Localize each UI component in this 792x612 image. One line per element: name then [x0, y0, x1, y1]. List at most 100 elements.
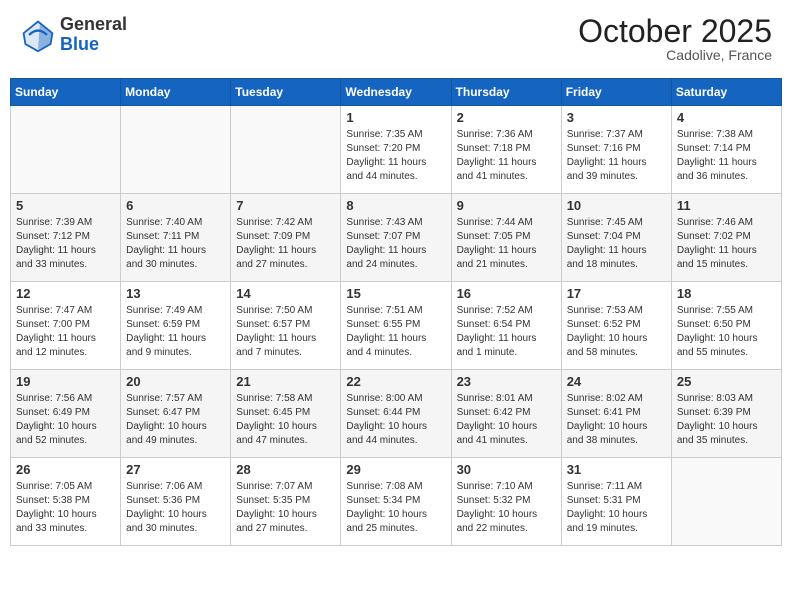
calendar-cell: 15 Sunrise: 7:51 AMSunset: 6:55 PMDaylig… — [341, 282, 451, 370]
logo-general-text: General — [60, 14, 127, 34]
weekday-header-saturday: Saturday — [671, 79, 781, 106]
calendar-cell — [121, 106, 231, 194]
calendar-cell: 18 Sunrise: 7:55 AMSunset: 6:50 PMDaylig… — [671, 282, 781, 370]
title-block: October 2025 Cadolive, France — [578, 15, 772, 63]
day-info: Sunrise: 7:05 AMSunset: 5:38 PMDaylight:… — [16, 480, 115, 536]
day-info: Sunrise: 7:35 AMSunset: 7:20 PMDaylight:… — [346, 128, 445, 184]
day-info: Sunrise: 7:36 AMSunset: 7:18 PMDaylight:… — [457, 128, 556, 184]
logo-blue-text: Blue — [60, 34, 99, 54]
day-number: 24 — [567, 374, 666, 389]
day-number: 17 — [567, 286, 666, 301]
calendar-week-row: 26 Sunrise: 7:05 AMSunset: 5:38 PMDaylig… — [11, 458, 782, 546]
calendar-cell: 4 Sunrise: 7:38 AMSunset: 7:14 PMDayligh… — [671, 106, 781, 194]
weekday-header-tuesday: Tuesday — [231, 79, 341, 106]
calendar-cell: 26 Sunrise: 7:05 AMSunset: 5:38 PMDaylig… — [11, 458, 121, 546]
calendar-cell: 9 Sunrise: 7:44 AMSunset: 7:05 PMDayligh… — [451, 194, 561, 282]
calendar-cell: 3 Sunrise: 7:37 AMSunset: 7:16 PMDayligh… — [561, 106, 671, 194]
day-info: Sunrise: 7:06 AMSunset: 5:36 PMDaylight:… — [126, 480, 225, 536]
day-number: 25 — [677, 374, 776, 389]
calendar-cell: 31 Sunrise: 7:11 AMSunset: 5:31 PMDaylig… — [561, 458, 671, 546]
calendar-cell: 29 Sunrise: 7:08 AMSunset: 5:34 PMDaylig… — [341, 458, 451, 546]
day-number: 6 — [126, 198, 225, 213]
logo: General Blue — [20, 15, 127, 55]
calendar-week-row: 5 Sunrise: 7:39 AMSunset: 7:12 PMDayligh… — [11, 194, 782, 282]
weekday-header-wednesday: Wednesday — [341, 79, 451, 106]
calendar-cell: 30 Sunrise: 7:10 AMSunset: 5:32 PMDaylig… — [451, 458, 561, 546]
day-info: Sunrise: 7:43 AMSunset: 7:07 PMDaylight:… — [346, 216, 445, 272]
day-number: 1 — [346, 110, 445, 125]
calendar-cell: 19 Sunrise: 7:56 AMSunset: 6:49 PMDaylig… — [11, 370, 121, 458]
day-info: Sunrise: 8:03 AMSunset: 6:39 PMDaylight:… — [677, 392, 776, 448]
day-number: 5 — [16, 198, 115, 213]
day-number: 23 — [457, 374, 556, 389]
calendar-cell: 5 Sunrise: 7:39 AMSunset: 7:12 PMDayligh… — [11, 194, 121, 282]
day-info: Sunrise: 7:10 AMSunset: 5:32 PMDaylight:… — [457, 480, 556, 536]
day-number: 7 — [236, 198, 335, 213]
weekday-header-row: SundayMondayTuesdayWednesdayThursdayFrid… — [11, 79, 782, 106]
calendar-cell: 8 Sunrise: 7:43 AMSunset: 7:07 PMDayligh… — [341, 194, 451, 282]
day-info: Sunrise: 7:37 AMSunset: 7:16 PMDaylight:… — [567, 128, 666, 184]
page-header: General Blue October 2025 Cadolive, Fran… — [10, 10, 782, 68]
calendar-week-row: 19 Sunrise: 7:56 AMSunset: 6:49 PMDaylig… — [11, 370, 782, 458]
day-info: Sunrise: 7:52 AMSunset: 6:54 PMDaylight:… — [457, 304, 556, 360]
day-info: Sunrise: 7:47 AMSunset: 7:00 PMDaylight:… — [16, 304, 115, 360]
day-number: 11 — [677, 198, 776, 213]
calendar-cell: 13 Sunrise: 7:49 AMSunset: 6:59 PMDaylig… — [121, 282, 231, 370]
day-info: Sunrise: 7:53 AMSunset: 6:52 PMDaylight:… — [567, 304, 666, 360]
day-number: 15 — [346, 286, 445, 301]
calendar-cell: 1 Sunrise: 7:35 AMSunset: 7:20 PMDayligh… — [341, 106, 451, 194]
calendar-cell — [671, 458, 781, 546]
day-number: 19 — [16, 374, 115, 389]
weekday-header-thursday: Thursday — [451, 79, 561, 106]
calendar-cell: 14 Sunrise: 7:50 AMSunset: 6:57 PMDaylig… — [231, 282, 341, 370]
day-number: 31 — [567, 462, 666, 477]
day-number: 27 — [126, 462, 225, 477]
calendar-cell: 25 Sunrise: 8:03 AMSunset: 6:39 PMDaylig… — [671, 370, 781, 458]
month-title: October 2025 — [578, 15, 772, 47]
day-info: Sunrise: 7:49 AMSunset: 6:59 PMDaylight:… — [126, 304, 225, 360]
calendar-cell: 17 Sunrise: 7:53 AMSunset: 6:52 PMDaylig… — [561, 282, 671, 370]
day-number: 22 — [346, 374, 445, 389]
calendar-cell — [231, 106, 341, 194]
calendar-cell: 2 Sunrise: 7:36 AMSunset: 7:18 PMDayligh… — [451, 106, 561, 194]
day-info: Sunrise: 7:46 AMSunset: 7:02 PMDaylight:… — [677, 216, 776, 272]
day-number: 16 — [457, 286, 556, 301]
day-info: Sunrise: 7:42 AMSunset: 7:09 PMDaylight:… — [236, 216, 335, 272]
weekday-header-monday: Monday — [121, 79, 231, 106]
day-info: Sunrise: 8:01 AMSunset: 6:42 PMDaylight:… — [457, 392, 556, 448]
calendar-cell: 21 Sunrise: 7:58 AMSunset: 6:45 PMDaylig… — [231, 370, 341, 458]
day-number: 8 — [346, 198, 445, 213]
day-number: 14 — [236, 286, 335, 301]
calendar-cell: 10 Sunrise: 7:45 AMSunset: 7:04 PMDaylig… — [561, 194, 671, 282]
calendar-cell: 23 Sunrise: 8:01 AMSunset: 6:42 PMDaylig… — [451, 370, 561, 458]
day-info: Sunrise: 8:00 AMSunset: 6:44 PMDaylight:… — [346, 392, 445, 448]
day-info: Sunrise: 7:38 AMSunset: 7:14 PMDaylight:… — [677, 128, 776, 184]
day-info: Sunrise: 7:11 AMSunset: 5:31 PMDaylight:… — [567, 480, 666, 536]
day-info: Sunrise: 7:45 AMSunset: 7:04 PMDaylight:… — [567, 216, 666, 272]
calendar-table: SundayMondayTuesdayWednesdayThursdayFrid… — [10, 78, 782, 546]
day-info: Sunrise: 7:50 AMSunset: 6:57 PMDaylight:… — [236, 304, 335, 360]
day-number: 10 — [567, 198, 666, 213]
day-number: 13 — [126, 286, 225, 301]
generalblue-logo-icon — [20, 17, 56, 53]
day-number: 18 — [677, 286, 776, 301]
day-info: Sunrise: 7:51 AMSunset: 6:55 PMDaylight:… — [346, 304, 445, 360]
calendar-cell: 11 Sunrise: 7:46 AMSunset: 7:02 PMDaylig… — [671, 194, 781, 282]
day-number: 4 — [677, 110, 776, 125]
calendar-cell: 12 Sunrise: 7:47 AMSunset: 7:00 PMDaylig… — [11, 282, 121, 370]
weekday-header-friday: Friday — [561, 79, 671, 106]
day-info: Sunrise: 7:57 AMSunset: 6:47 PMDaylight:… — [126, 392, 225, 448]
day-number: 9 — [457, 198, 556, 213]
day-number: 28 — [236, 462, 335, 477]
day-info: Sunrise: 7:55 AMSunset: 6:50 PMDaylight:… — [677, 304, 776, 360]
calendar-cell: 7 Sunrise: 7:42 AMSunset: 7:09 PMDayligh… — [231, 194, 341, 282]
calendar-cell: 22 Sunrise: 8:00 AMSunset: 6:44 PMDaylig… — [341, 370, 451, 458]
calendar-week-row: 12 Sunrise: 7:47 AMSunset: 7:00 PMDaylig… — [11, 282, 782, 370]
day-number: 20 — [126, 374, 225, 389]
location-subtitle: Cadolive, France — [578, 47, 772, 63]
calendar-cell: 24 Sunrise: 8:02 AMSunset: 6:41 PMDaylig… — [561, 370, 671, 458]
day-info: Sunrise: 7:56 AMSunset: 6:49 PMDaylight:… — [16, 392, 115, 448]
calendar-cell: 6 Sunrise: 7:40 AMSunset: 7:11 PMDayligh… — [121, 194, 231, 282]
calendar-cell: 20 Sunrise: 7:57 AMSunset: 6:47 PMDaylig… — [121, 370, 231, 458]
calendar-week-row: 1 Sunrise: 7:35 AMSunset: 7:20 PMDayligh… — [11, 106, 782, 194]
